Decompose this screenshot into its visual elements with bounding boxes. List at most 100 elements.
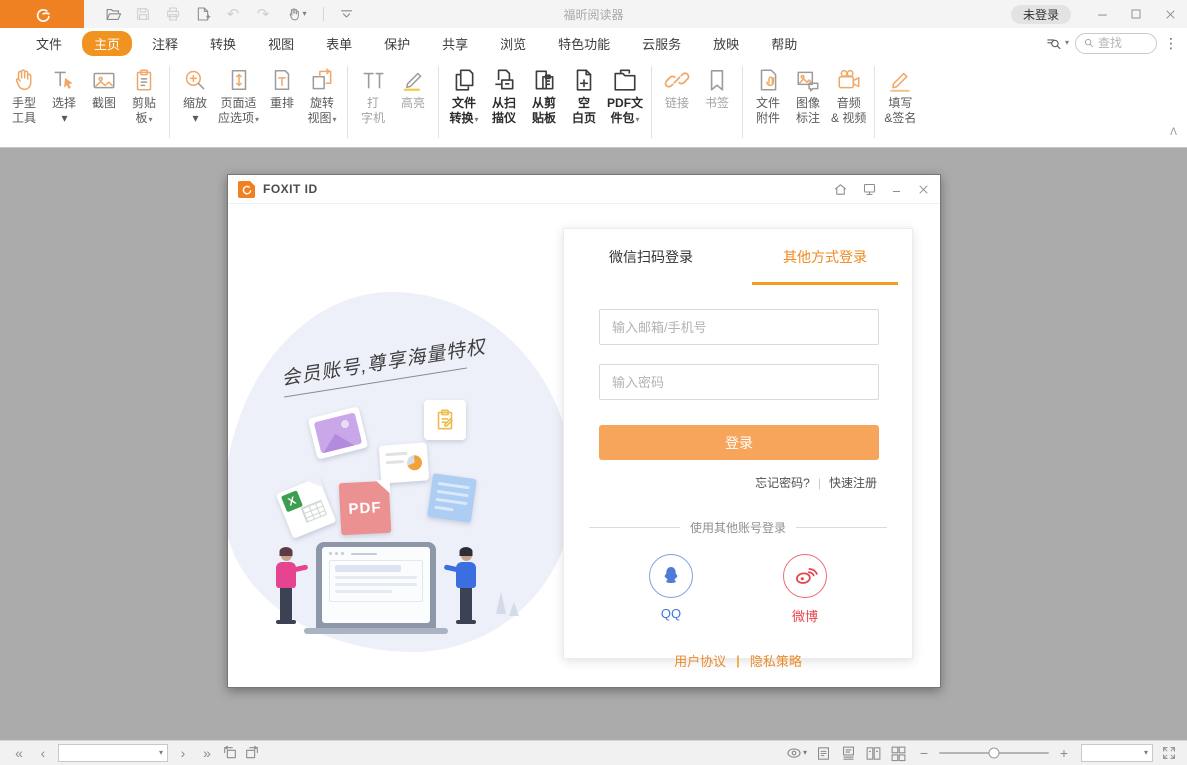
button-label: 描仪 [492,111,516,126]
hand-mode-icon[interactable]: ▾ [280,3,314,25]
fill-sign-button[interactable]: 填写&签名 [880,62,920,126]
dropdown-caret-icon: ▾ [1065,39,1069,47]
fullscreen-icon[interactable] [1161,745,1177,761]
continuous-facing-icon[interactable] [890,745,907,762]
from-scanner-button[interactable]: 从扫描仪 [484,62,524,126]
ribbon-tab-6[interactable]: 表单 [314,31,364,56]
convert-files-button[interactable]: 文件转换▾ [444,62,484,126]
ribbon-tab-11[interactable]: 云服务 [630,31,693,56]
find-command-icon[interactable]: ▾ [1045,35,1069,52]
ribbon-tab-3[interactable]: 注释 [140,31,190,56]
next-view-icon[interactable] [244,745,260,761]
login-tab-wechat-qr[interactable]: 微信扫码登录 [564,229,738,285]
qq-login-button[interactable]: QQ [649,554,693,625]
ribbon-tab-7[interactable]: 保护 [372,31,422,56]
dialog-close-icon[interactable] [917,183,930,196]
ribbon-group: 手型工具选择▾截图剪贴板▾ [4,62,164,126]
forgot-password-link[interactable]: 忘记密码? [755,474,810,491]
customize-toolbar-icon[interactable] [333,3,359,25]
hand-button[interactable]: 手型工具 [4,62,44,126]
screen-icon[interactable] [862,182,877,197]
button-label: 板▾ [135,111,152,126]
ribbon-tab-1[interactable]: 文件 [24,31,74,56]
rotate-view-button[interactable]: 旋转视图▾ [302,62,342,126]
collapse-ribbon-icon[interactable]: ᐱ [1170,128,1177,138]
clipboard-button[interactable]: 剪贴板▾ [124,62,164,126]
audio-video-button[interactable]: 音频& 视频 [828,62,869,126]
password-field[interactable] [599,364,879,400]
ribbon-tab-4[interactable]: 转换 [198,31,248,56]
zoom-level-combobox[interactable]: ▾ [1081,744,1153,762]
ribbon-tab-5[interactable]: 视图 [256,31,306,56]
ribbon-tab-12[interactable]: 放映 [701,31,751,56]
email-field[interactable] [599,309,879,345]
pdf-portfolio-button[interactable]: PDF文件包▾ [604,62,646,126]
view-mode-icon[interactable]: ▾ [785,744,807,762]
highlight-button[interactable]: 高亮 [393,62,433,111]
more-options-icon[interactable]: ⋮ [1163,35,1179,52]
page-number-combobox[interactable]: ▾ [58,744,168,762]
title-bar: ↶ ↷ ▾ 福昕阅读器 未登录 [0,0,1187,28]
snapshot-button[interactable]: 截图 [84,62,124,111]
from-scanner-icon [491,64,517,96]
button-label: 缩放 [183,96,207,111]
home-icon[interactable] [833,182,848,197]
first-page-icon[interactable]: « [10,746,28,760]
image-annotation-button[interactable]: 图像标注 [788,62,828,126]
button-label: 剪贴 [132,96,156,111]
redo-icon[interactable]: ↷ [250,3,276,25]
privacy-policy-link[interactable]: 隐私策略 [750,651,802,670]
previous-view-icon[interactable] [222,745,238,761]
button-label: 页面适 [221,96,257,111]
reflow-button[interactable]: 重排 [262,62,302,111]
weibo-login-button[interactable]: 微博 [783,554,827,625]
login-button[interactable]: 登录 [599,425,879,460]
open-file-icon[interactable] [100,3,126,25]
bookmark-button[interactable]: 书签 [697,62,737,111]
blank-page-button[interactable]: 空白页 [564,62,604,126]
login-status-button[interactable]: 未登录 [1011,5,1071,24]
typewriter-button[interactable]: 打字机 [353,62,393,126]
button-label: 重排 [270,96,294,111]
facing-pages-icon[interactable] [865,745,882,762]
close-icon[interactable] [1153,0,1187,28]
select-button[interactable]: 选择▾ [44,62,84,126]
save-icon[interactable] [130,3,156,25]
quick-register-link[interactable]: 快速注册 [829,474,877,491]
ribbon-tab-13[interactable]: 帮助 [759,31,809,56]
print-icon[interactable] [160,3,186,25]
maximize-icon[interactable] [1119,0,1153,28]
zoom-button[interactable]: 缩放▾ [175,62,215,126]
qq-icon [649,554,693,598]
next-page-icon[interactable]: › [174,746,192,760]
zoom-slider[interactable]: − + [915,746,1073,760]
undo-icon[interactable]: ↶ [220,3,246,25]
zoom-in-icon[interactable]: + [1055,746,1073,760]
hand-icon [11,64,37,96]
ribbon-tab-8[interactable]: 共享 [430,31,480,56]
search-box[interactable] [1075,33,1157,54]
login-tab-other-methods[interactable]: 其他方式登录 [738,229,912,285]
file-attachment-button[interactable]: 文件附件 [748,62,788,126]
select-icon [51,64,77,96]
from-clipboard-button[interactable]: 从剪贴板 [524,62,564,126]
previous-page-icon[interactable]: ‹ [34,746,52,760]
button-label: 从扫 [492,96,516,111]
fit-page-button[interactable]: 页面适应选项▾ [215,62,262,126]
link-button[interactable]: 链接 [657,62,697,111]
new-document-icon[interactable] [190,3,216,25]
single-page-icon[interactable] [815,745,832,762]
minimize-icon[interactable] [1085,0,1119,28]
dialog-minimize-icon[interactable] [891,183,903,195]
foxit-logo-icon[interactable] [0,0,84,28]
last-page-icon[interactable]: » [198,746,216,760]
ribbon-tab-10[interactable]: 特色功能 [546,31,622,56]
ribbon-tab-2[interactable]: 主页 [82,31,132,56]
continuous-page-icon[interactable] [840,745,857,762]
zoom-slider-knob[interactable] [989,748,1000,759]
ribbon-tab-9[interactable]: 浏览 [488,31,538,56]
convert-files-icon [451,64,477,96]
zoom-out-icon[interactable]: − [915,746,933,760]
search-input[interactable] [1098,36,1148,50]
user-agreement-link[interactable]: 用户协议 [674,651,726,670]
